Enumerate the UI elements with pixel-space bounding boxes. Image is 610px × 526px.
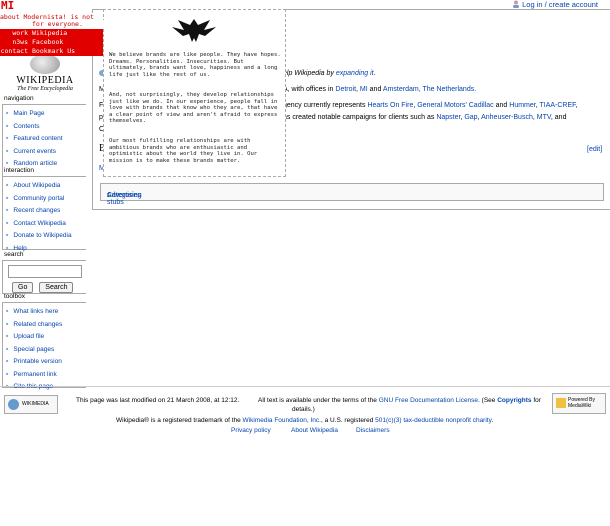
wikimedia-badge[interactable]: WIKIMEDIA: [4, 395, 58, 414]
about-wikipedia-link[interactable]: About Wikipedia: [6, 179, 86, 192]
stub-text-suffix: elp Wikipedia by: [283, 70, 334, 77]
menu-bookmark-us[interactable]: Bookmark Us: [30, 47, 103, 56]
logo-tagline: The Free Encyclopedia: [17, 86, 73, 92]
wikimedia-foundation-link[interactable]: Wikimedia Foundation, Inc.: [243, 417, 321, 424]
printable-version-link[interactable]: Printable version: [6, 355, 86, 368]
wikipedia-logo[interactable]: WIKIPEDIA The Free Encyclopedia: [2, 54, 88, 96]
special-pages-link[interactable]: Special pages: [6, 343, 86, 356]
permanent-link[interactable]: Permanent link: [6, 368, 86, 381]
go-button[interactable]: Go: [12, 282, 34, 293]
overlay-paragraph-1: We believe brands are like people. They …: [109, 52, 281, 78]
menu-for-everyone: for everyone.: [30, 20, 105, 29]
hummer-link[interactable]: Hummer: [509, 102, 535, 109]
contact-wikipedia-link[interactable]: Contact Wikipedia: [6, 217, 86, 230]
recent-changes-link[interactable]: Recent changes: [6, 204, 86, 217]
eagle-emblem-icon: [172, 19, 216, 42]
disclaimers-link[interactable]: Disclaimers: [356, 427, 390, 434]
expanding-it-link[interactable]: expanding it: [336, 70, 374, 77]
user-icon: [513, 0, 520, 8]
modernista-logo[interactable]: MI: [1, 0, 14, 11]
menu-news[interactable]: n3ws: [0, 38, 30, 47]
clients-pre: gency currently represents: [283, 102, 366, 109]
offices-line: A, with offices in Detroit, MI and Amste…: [283, 86, 476, 93]
license-details: details.): [292, 406, 315, 413]
gfdl-link[interactable]: GNU Free Documentation License: [379, 397, 478, 404]
tiaa-cref-link[interactable]: TIAA-CREF: [539, 102, 575, 109]
gap-link[interactable]: Gap: [464, 114, 477, 121]
interaction-heading: interaction: [4, 167, 34, 174]
modernista-overlay: We believe brands are like people. They …: [103, 9, 286, 177]
nav-main-page[interactable]: Main Page: [6, 107, 86, 120]
campaigns-line: as created notable campaigns for clients…: [283, 114, 567, 121]
menu-work[interactable]: work: [0, 29, 30, 38]
hearts-on-fire-link[interactable]: Hearts On Fire: [367, 102, 413, 109]
navigation-portlet: navigation Main Page Contents Featured c…: [2, 95, 86, 178]
login-link[interactable]: Log in / create account: [522, 0, 598, 9]
mediawiki-badge[interactable]: Powered By MediaWiki: [552, 393, 606, 414]
mediawiki-badge-text: Powered By MediaWiki: [568, 397, 595, 409]
what-links-here-link[interactable]: What links here: [6, 305, 86, 318]
advertising-stubs-link[interactable]: Advertising stubs: [107, 192, 142, 206]
about-wikipedia-footer-link[interactable]: About Wikipedia: [291, 427, 338, 434]
edit-section-link[interactable]: [edit]: [587, 146, 602, 153]
clients-line: gency currently represents Hearts On Fir…: [283, 102, 578, 109]
menu-wikipedia[interactable]: Wikipedia: [30, 29, 103, 38]
nav-featured-content[interactable]: Featured content: [6, 132, 86, 145]
overlay-paragraph-3: Our most fulfilling relationships are wi…: [109, 138, 258, 164]
nav-current-events[interactable]: Current events: [6, 145, 86, 158]
menu-facebook[interactable]: Facebook: [30, 38, 103, 47]
puzzle-globe-icon: [30, 54, 60, 74]
donate-link[interactable]: Donate to Wikipedia: [6, 229, 86, 242]
trademark-line: Wikipedia® is a registered trademark of …: [116, 417, 494, 424]
modernista-menu: about Modernista! is not for everyone. w…: [0, 11, 105, 57]
offices-and: and: [369, 86, 382, 93]
cadillac-link[interactable]: General Motors' Cadillac: [417, 102, 493, 109]
search-button[interactable]: Search: [39, 282, 74, 293]
upload-file-link[interactable]: Upload file: [6, 330, 86, 343]
search-portlet: search Go Search: [2, 251, 86, 294]
campaigns-pre: as created notable campaigns for clients…: [283, 114, 435, 121]
offices-mid: , with offices in: [287, 86, 334, 93]
navigation-heading: navigation: [4, 95, 34, 102]
interaction-portlet: interaction About Wikipedia Community po…: [2, 167, 86, 252]
category-box: Categories: Advertising stubs: [100, 183, 604, 206]
wikimedia-badge-text: WIKIMEDIA: [22, 401, 49, 407]
search-heading: search: [4, 251, 24, 258]
overlay-paragraph-2: And, not surprisingly, they develop rela…: [109, 92, 278, 125]
stub-text: elp Wikipedia by expanding it.: [283, 70, 376, 77]
toolbox-portlet: toolbox What links here Related changes …: [2, 293, 86, 390]
privacy-policy-link[interactable]: Privacy policy: [231, 427, 271, 434]
last-modified: This page was last modified on 21 March …: [76, 397, 240, 404]
footer: WIKIMEDIA Powered By MediaWiki This page…: [0, 386, 610, 442]
personal-tools: Log in / create account: [512, 0, 598, 9]
copyrights-link[interactable]: Copyrights: [497, 397, 531, 404]
toolbox-heading: toolbox: [4, 293, 25, 300]
nav-contents[interactable]: Contents: [6, 120, 86, 133]
logo-wordmark: WIKIPEDIA: [16, 75, 74, 86]
napster-link[interactable]: Napster: [436, 114, 460, 121]
amsterdam-link[interactable]: Amsterdam, The Netherlands.: [383, 86, 476, 93]
wikimedia-icon: [8, 399, 19, 410]
anheuser-busch-link[interactable]: Anheuser-Busch: [481, 114, 533, 121]
mtv-link[interactable]: MTV: [537, 114, 551, 121]
related-changes-link[interactable]: Related changes: [6, 318, 86, 331]
menu-contact[interactable]: contact: [0, 47, 30, 56]
search-input[interactable]: [8, 265, 82, 278]
nonprofit-link[interactable]: 501(c)(3) tax-deductible nonprofit chari…: [375, 417, 491, 424]
campaigns-and: and: [554, 114, 567, 121]
mi-link[interactable]: MI: [360, 86, 368, 93]
community-portal-link[interactable]: Community portal: [6, 192, 86, 205]
mediawiki-icon: [556, 398, 566, 408]
license-line: All text is available under the terms of…: [258, 397, 541, 404]
detroit-link[interactable]: Detroit: [335, 86, 356, 93]
